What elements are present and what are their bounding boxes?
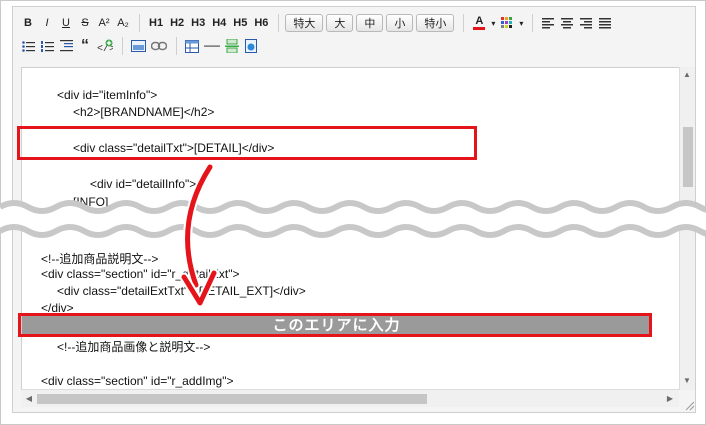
insert-table-icon[interactable]: [183, 36, 201, 56]
underline-button[interactable]: U: [57, 13, 75, 33]
toolbar-row-1: B I U S A² A₂ H1 H2 H3 H4 H5 H6 特大 大 中 小…: [19, 12, 615, 34]
align-right-icon[interactable]: [577, 13, 595, 33]
toolbar-separator: [278, 14, 280, 32]
align-left-icon[interactable]: [539, 13, 557, 33]
align-justify-icon[interactable]: [596, 13, 614, 33]
code-line: <h2>[BRANDNAME]</h2>: [73, 105, 215, 119]
bold-button[interactable]: B: [19, 13, 37, 33]
editor-toolbar: B I U S A² A₂ H1 H2 H3 H4 H5 H6 特大 大 中 小…: [13, 7, 695, 65]
font-color-button[interactable]: A: [470, 13, 488, 33]
font-size-large-button[interactable]: 大: [326, 14, 354, 32]
blockquote-button[interactable]: “: [76, 36, 94, 56]
detail-highlight-box: [17, 126, 477, 160]
vertical-scroll-thumb[interactable]: [683, 127, 693, 187]
align-center-icon[interactable]: [558, 13, 576, 33]
code-line: <div class="section" id="r_addImg">: [41, 374, 234, 388]
dropdown-arrow-icon[interactable]: ▾: [489, 13, 497, 33]
heading-h2-button[interactable]: H2: [167, 13, 187, 33]
insert-media-icon[interactable]: [242, 36, 260, 56]
content-break-wave: [0, 200, 706, 238]
numbered-list-icon[interactable]: [38, 36, 56, 56]
heading-h6-button[interactable]: H6: [251, 13, 271, 33]
insert-link-icon[interactable]: [149, 36, 169, 56]
page-break-icon[interactable]: [223, 36, 241, 56]
font-size-xlarge-button[interactable]: 特大: [285, 14, 324, 32]
subscript-button[interactable]: A₂: [114, 13, 132, 33]
pointer-arrow-icon: [179, 162, 219, 308]
scroll-up-arrow-icon[interactable]: ▲: [682, 70, 692, 80]
scroll-right-arrow-icon[interactable]: ▶: [665, 394, 675, 404]
insert-code-icon[interactable]: </>: [95, 36, 115, 56]
font-size-small-button[interactable]: 小: [386, 14, 414, 32]
horizontal-scrollbar[interactable]: ◀ ▶: [21, 389, 679, 407]
toolbar-separator: [463, 14, 465, 32]
toolbar-row-2: “ </>: [19, 35, 261, 57]
input-area-highlight-box: [18, 313, 652, 337]
bullet-list-icon[interactable]: [19, 36, 37, 56]
toolbar-separator: [122, 37, 123, 55]
code-line: <!--追加商品画像と説明文-->: [57, 340, 211, 354]
toolbar-separator: [532, 14, 534, 32]
horizontal-scroll-thumb[interactable]: [37, 394, 427, 404]
toolbar-separator: [176, 37, 177, 55]
code-line: <div id="itemInfo">: [57, 88, 158, 102]
toolbar-separator: [139, 14, 140, 32]
heading-h5-button[interactable]: H5: [230, 13, 250, 33]
scroll-left-arrow-icon[interactable]: ◀: [24, 394, 34, 404]
horizontal-rule-icon[interactable]: [202, 36, 222, 56]
strikethrough-button[interactable]: S: [76, 13, 94, 33]
italic-button[interactable]: I: [38, 13, 56, 33]
heading-h1-button[interactable]: H1: [146, 13, 166, 33]
insert-image-icon[interactable]: [129, 36, 148, 56]
dropdown-arrow-icon[interactable]: ▾: [517, 13, 525, 33]
resize-grip-icon[interactable]: [683, 399, 695, 411]
code-line: <!--追加商品説明文-->: [41, 252, 159, 266]
font-size-xsmall-button[interactable]: 特小: [416, 14, 455, 32]
font-color-swatch: [473, 27, 486, 30]
background-color-icon[interactable]: [498, 13, 516, 33]
heading-h4-button[interactable]: H4: [209, 13, 229, 33]
indent-icon[interactable]: [57, 36, 75, 56]
font-color-letter: A: [475, 15, 484, 27]
superscript-button[interactable]: A²: [95, 13, 113, 33]
heading-h3-button[interactable]: H3: [188, 13, 208, 33]
scroll-down-arrow-icon[interactable]: ▼: [682, 376, 692, 386]
font-size-medium-button[interactable]: 中: [356, 14, 384, 32]
